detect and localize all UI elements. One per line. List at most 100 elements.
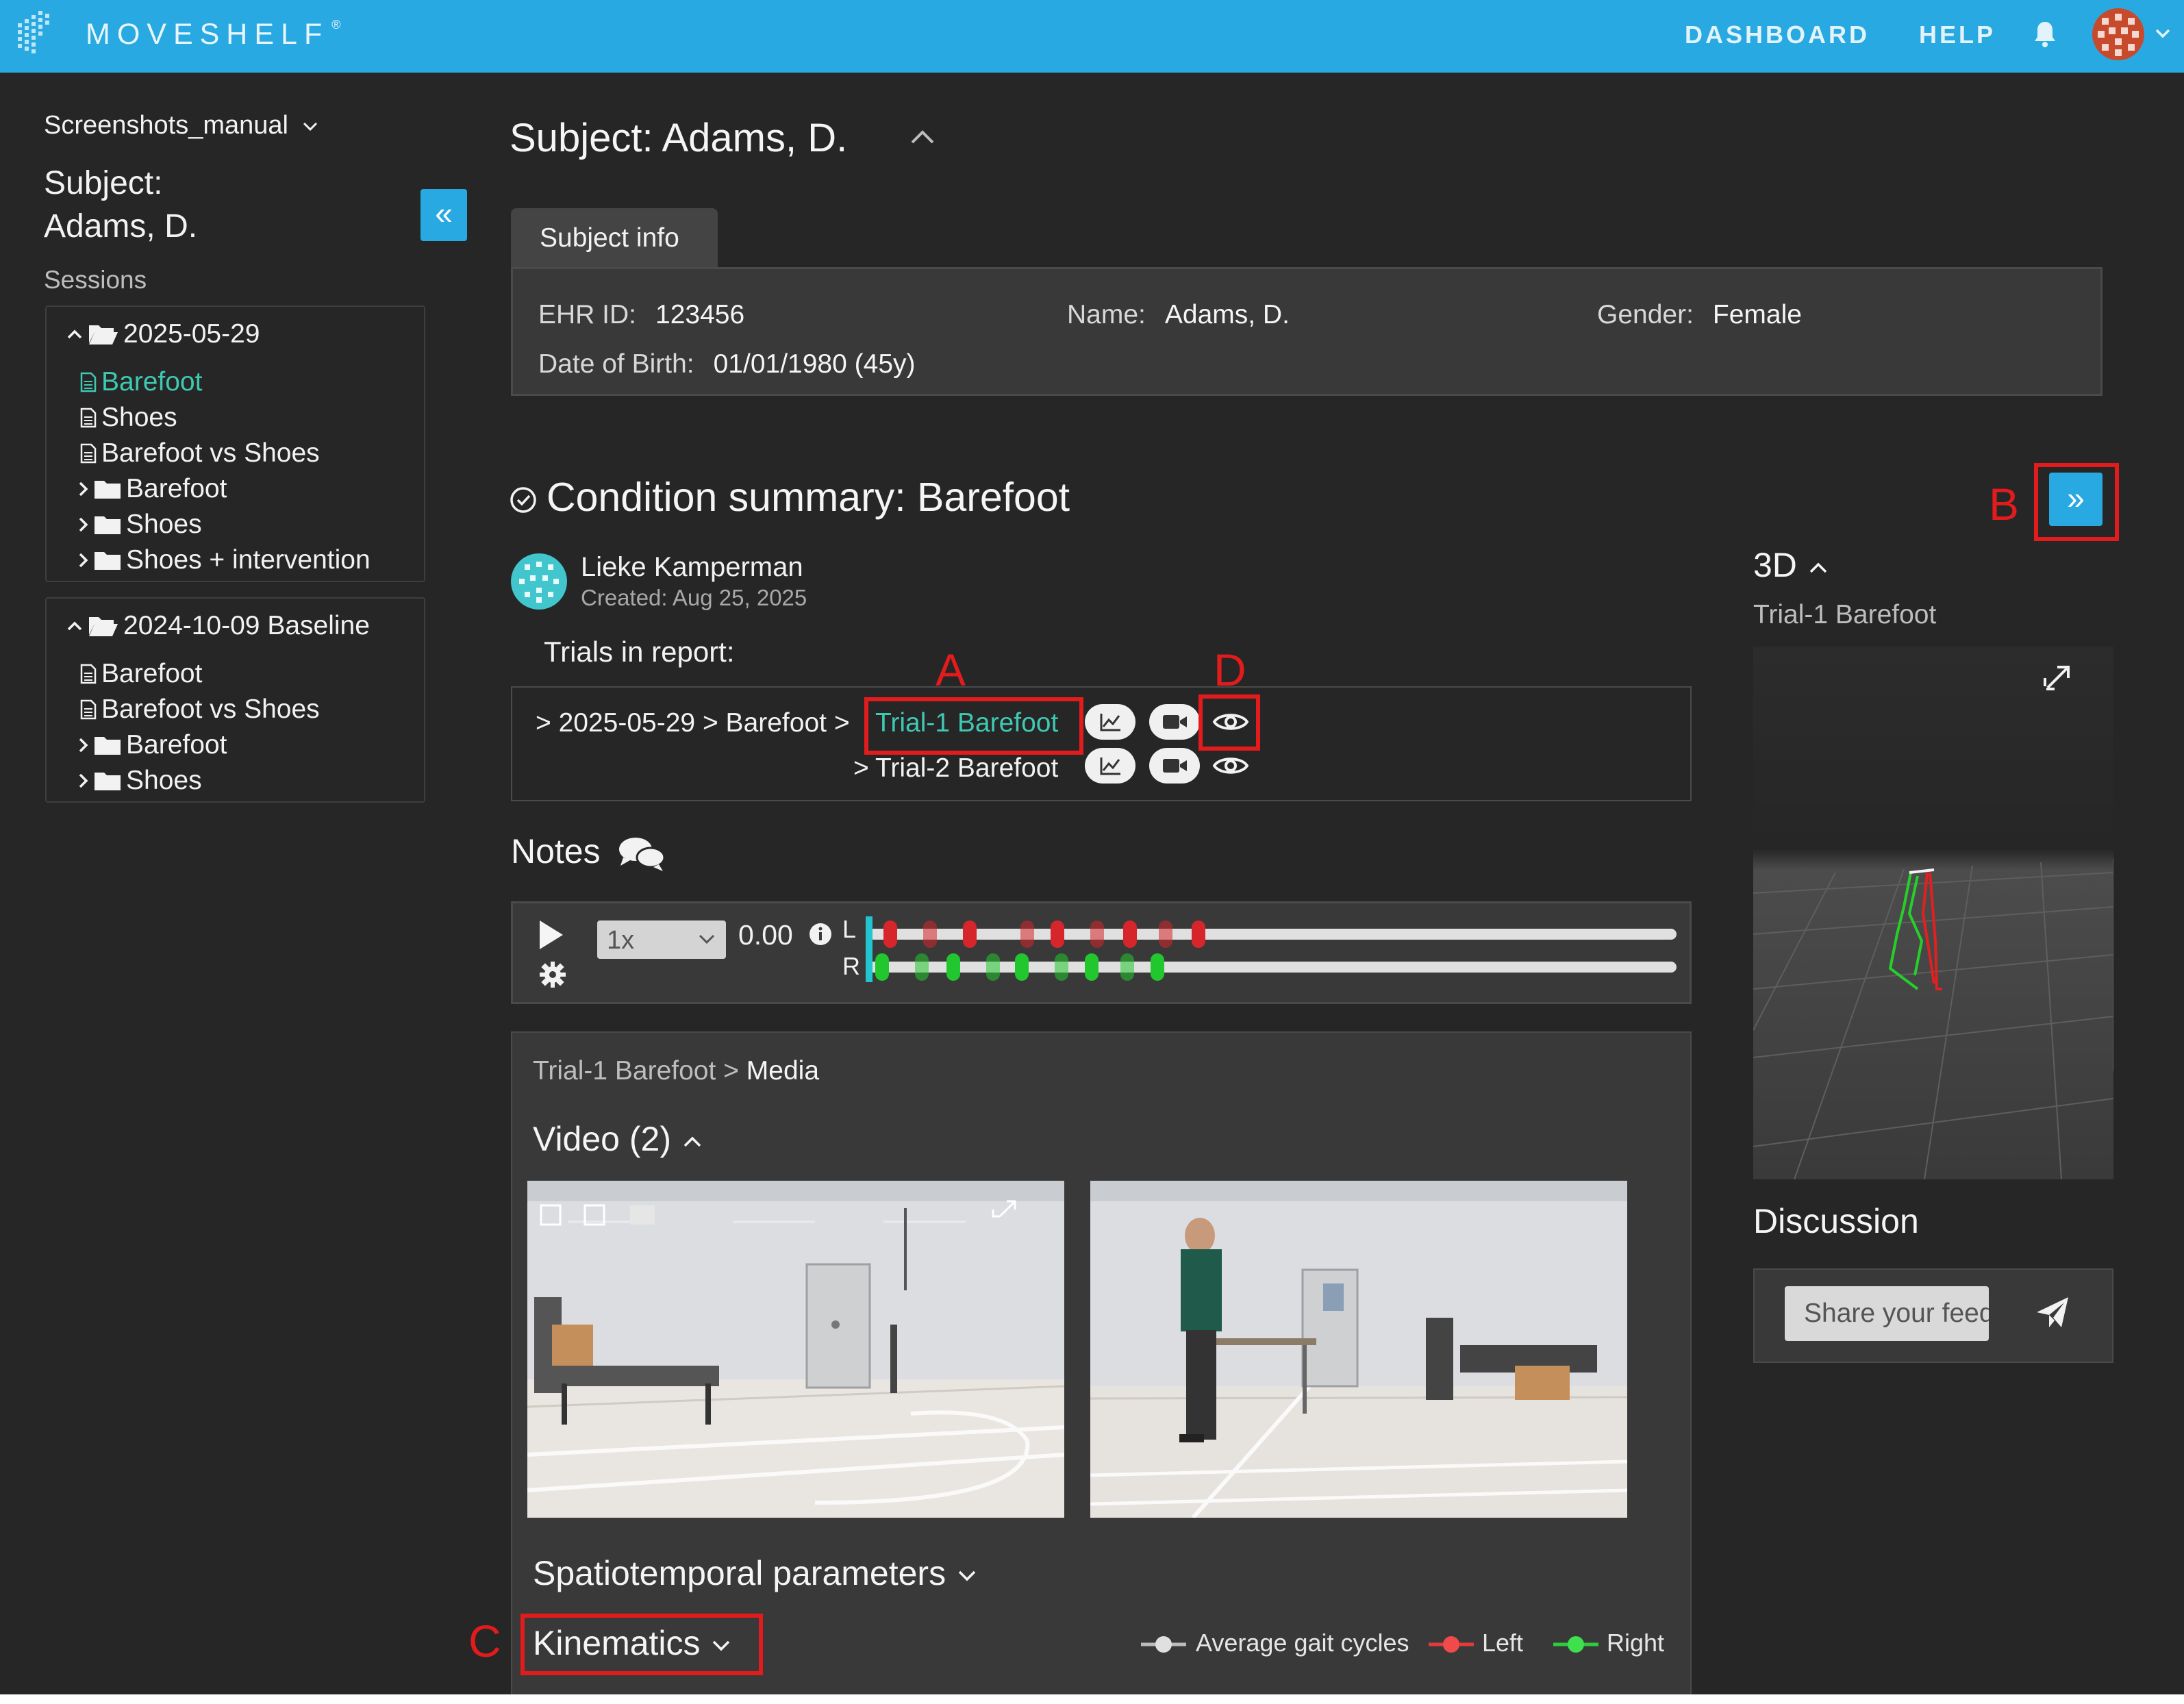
discussion-title: Discussion [1753,1202,1919,1240]
collapse-sidebar-button[interactable]: « [421,189,467,241]
document-icon [80,443,97,464]
gait-event-marker [915,953,929,981]
gait-event-marker [875,953,889,981]
send-icon[interactable] [2034,1294,2071,1331]
folder-open-icon [89,325,118,344]
chart-button[interactable] [1085,748,1135,784]
playhead[interactable] [866,916,873,982]
chevron-right-icon [79,517,88,532]
session-date: 2025-05-29 [123,319,260,349]
annotation-box-a [864,697,1083,755]
right-track-label: R [842,952,860,980]
video-player-1[interactable] [527,1181,1064,1518]
video-player-2[interactable] [1090,1181,1627,1518]
play-icon[interactable] [537,919,564,951]
report-item-barefoot[interactable]: Barefoot [79,367,202,397]
settings-gear-icon[interactable] [538,960,567,989]
gait-event-marker [986,953,1000,981]
3d-section-header[interactable]: 3D [1753,545,1830,585]
expand-panel-button[interactable]: » [2049,473,2103,526]
eye-icon[interactable] [1211,752,1251,779]
sidebar-subject-title: Subject: Adams, D. [44,165,198,245]
tab-subject-info[interactable]: Subject info [511,208,718,267]
session-header[interactable]: 2025-05-29 [66,319,260,349]
folder-icon [95,516,121,534]
gait-event-marker [1015,953,1029,981]
folder-icon [95,552,121,570]
legend-right-swatch [1553,1636,1598,1653]
folder-item-shoes[interactable]: Shoes [77,766,202,796]
chart-button[interactable] [1085,704,1135,740]
name-field: Name: Adams, D. [1067,300,1290,329]
video-section-header[interactable]: Video (2) [533,1119,704,1159]
gait-event-marker [923,920,937,948]
created-date: Created: Aug 25, 2025 [581,585,807,610]
folder-icon [95,481,121,499]
project-selector[interactable]: Screenshots_manual [44,111,319,140]
chevron-down-icon [958,1570,976,1581]
session-header[interactable]: 2024-10-09 Baseline [66,611,370,641]
comments-icon[interactable] [616,834,667,873]
chevron-down-icon [303,122,317,131]
report-item-barefoot-vs-shoes[interactable]: Barefoot vs Shoes [79,438,320,468]
trials-in-report-label: Trials in report: [544,636,735,668]
sessions-label: Sessions [44,266,147,294]
annotation-label-a: A [936,644,966,695]
document-icon [80,664,97,684]
chevron-up-icon [1809,562,1827,573]
legend-left[interactable]: Left [1482,1629,1523,1657]
left-gait-track[interactable] [868,929,1677,940]
document-icon [80,408,97,428]
3d-trial-label: Trial-1 Barefoot [1753,600,1937,629]
session-date: 2024-10-09 Baseline [123,611,370,640]
spatiotemporal-section-header[interactable]: Spatiotemporal parameters [533,1553,979,1593]
logo-icon[interactable] [15,10,59,62]
user-avatar[interactable] [2092,8,2144,60]
gait-event-marker [1123,920,1137,948]
chevron-down-icon[interactable] [2152,23,2173,44]
nav-dashboard-link[interactable]: DASHBOARD [1685,21,1870,49]
chevron-down-icon [699,934,715,944]
report-item-shoes[interactable]: Shoes [79,403,177,433]
video-camera-icon [1163,715,1187,729]
trial-breadcrumb: > 2025-05-29 > Barefoot > [536,708,850,738]
playback-speed-select[interactable]: 1x [597,920,726,959]
feedback-input[interactable]: Share your feedback [1785,1286,1989,1341]
check-circle-icon [510,487,536,513]
3d-viewer[interactable] [1753,647,2113,1179]
info-icon[interactable] [808,922,833,947]
video-button[interactable] [1149,704,1200,740]
legend-average-swatch [1141,1636,1186,1653]
legend-left-swatch [1429,1636,1474,1653]
folder-icon [95,737,121,755]
chevron-up-icon [67,621,82,631]
document-icon [80,699,97,720]
app-logo[interactable]: MOVESHELF ® [86,18,341,51]
chevron-right-icon [79,773,88,788]
left-track-label: L [842,915,857,943]
breadcrumb-trial[interactable]: Trial-1 Barefoot [533,1056,716,1086]
notes-label: Notes [511,832,601,870]
media-breadcrumb: Trial-1 Barefoot > Media [533,1056,820,1086]
chevron-up-icon[interactable] [907,123,938,151]
chevron-right-icon [79,481,88,497]
report-item-barefoot[interactable]: Barefoot [79,659,202,689]
annotation-label-c: C [468,1616,501,1666]
trial-2-link[interactable]: Trial-2 Barefoot [875,753,1058,784]
dob-field: Date of Birth: 01/01/1980 (45y) [538,349,916,379]
annotation-box-d [1198,694,1260,751]
nav-help-link[interactable]: HELP [1919,21,1996,49]
chart-icon [1100,714,1120,731]
legend-average[interactable]: Average gait cycles [1196,1629,1409,1657]
video-button[interactable] [1149,748,1200,784]
folder-item-barefoot[interactable]: Barefoot [77,474,227,504]
folder-item-shoes[interactable]: Shoes [77,510,202,540]
chart-icon [1100,757,1120,775]
chevron-up-icon [683,1136,701,1147]
folder-item-barefoot[interactable]: Barefoot [77,730,227,760]
report-item-barefoot-vs-shoes[interactable]: Barefoot vs Shoes [79,694,320,725]
bell-icon[interactable] [2033,19,2057,49]
folder-item-shoes-intervention[interactable]: Shoes + intervention [77,545,371,575]
legend-right[interactable]: Right [1607,1629,1664,1657]
gait-event-marker [1090,920,1104,948]
